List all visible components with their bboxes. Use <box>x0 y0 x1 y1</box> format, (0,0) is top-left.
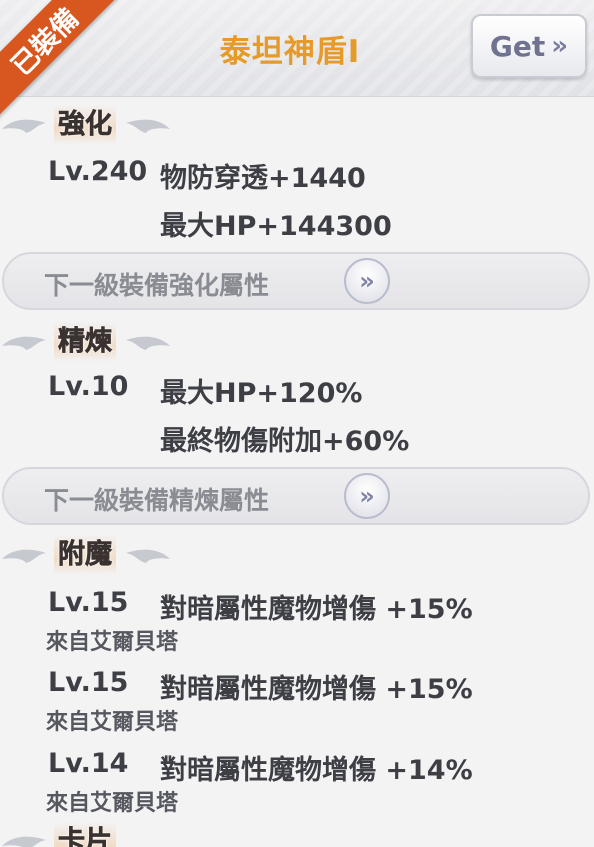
next-refine-label: 下一級裝備精煉屬性 <box>44 486 270 515</box>
enchant-level: Lv.15 <box>48 587 129 618</box>
next-refine-attributes-button[interactable]: 下一級裝備精煉屬性 » <box>2 467 590 525</box>
enchant-level: Lv.14 <box>48 748 129 779</box>
next-enhance-label: 下一級裝備強化屬性 <box>44 271 270 300</box>
wing-right-icon <box>126 549 170 563</box>
section-header-refine: 精煉 <box>0 322 240 362</box>
section-title-enchant: 附魔 <box>54 535 116 575</box>
double-chevron-right-icon: » <box>344 258 390 304</box>
wing-right-icon <box>126 119 170 133</box>
wing-left-icon <box>2 336 46 350</box>
item-title: 泰坦神盾Ⅰ <box>219 34 361 70</box>
enchant-effect: 對暗屬性魔物增傷 +15% <box>160 674 473 705</box>
section-header-enchant: 附魔 <box>0 535 240 575</box>
refine-stat: 最大HP+120% <box>160 378 363 409</box>
refine-level: Lv.10 <box>48 371 129 402</box>
get-button-label: Get <box>489 29 546 63</box>
enchant-effect: 對暗屬性魔物增傷 +15% <box>160 594 473 625</box>
enchant-source: 來自艾爾貝塔 <box>46 791 179 816</box>
wing-left-icon <box>2 549 46 563</box>
double-chevron-right-icon: » <box>551 31 569 61</box>
wing-left-icon <box>2 119 46 133</box>
wing-left-icon <box>2 836 46 847</box>
enhance-level: Lv.240 <box>48 156 148 187</box>
section-header-enhance: 強化 <box>0 105 240 145</box>
equipment-detail-panel: 泰坦神盾Ⅰ Get » 已裝備 強化 Lv.240 物防穿透+1440 最大HP… <box>0 0 594 847</box>
enchant-effect: 對暗屬性魔物增傷 +14% <box>160 755 473 786</box>
enchant-source: 來自艾爾貝塔 <box>46 630 179 655</box>
refine-stat: 最終物傷附加+60% <box>160 426 410 457</box>
enhance-stat: 最大HP+144300 <box>160 211 392 242</box>
section-title-card: 卡片 <box>54 822 116 847</box>
double-chevron-right-icon: » <box>344 473 390 519</box>
next-enhance-attributes-button[interactable]: 下一級裝備強化屬性 » <box>2 252 590 310</box>
enchant-source: 來自艾爾貝塔 <box>46 710 179 735</box>
get-button[interactable]: Get » <box>471 14 587 78</box>
section-title-enhance: 強化 <box>54 105 116 145</box>
section-title-refine: 精煉 <box>54 322 116 362</box>
enhance-stat: 物防穿透+1440 <box>160 163 366 194</box>
wing-right-icon <box>126 336 170 350</box>
enchant-level: Lv.15 <box>48 667 129 698</box>
section-header-card: 卡片 <box>0 822 240 847</box>
